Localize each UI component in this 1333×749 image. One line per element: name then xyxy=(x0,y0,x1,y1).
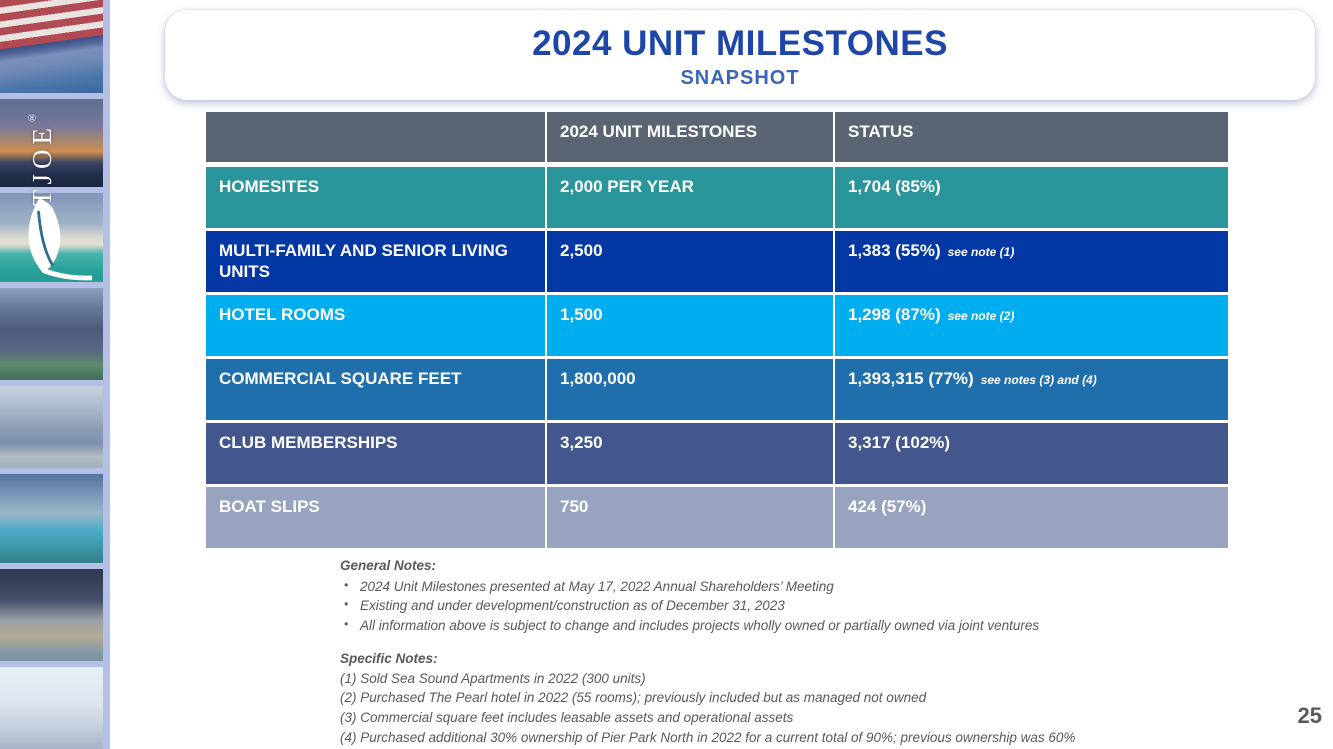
row-category: BOAT SLIPS xyxy=(206,487,547,548)
general-note-item: Existing and under development/construct… xyxy=(344,596,1220,616)
table-row-multifamily: MULTI-FAMILY AND SENIOR LIVING UNITS 2,5… xyxy=(206,231,1228,292)
row-category: HOTEL ROOMS xyxy=(206,295,547,356)
page-title: 2024 UNIT MILESTONES xyxy=(165,24,1315,64)
photo-pergola-terrace xyxy=(0,386,103,468)
photo-american-flag-resort xyxy=(0,0,103,93)
row-milestone: 1,800,000 xyxy=(547,359,835,420)
row-category: COMMERCIAL SQUARE FEET xyxy=(206,359,547,420)
photo-interior-living-room xyxy=(0,667,103,749)
stjoe-leaf-icon xyxy=(10,192,92,296)
presentation-slide: STJOE® 2024 UNIT MILESTONES SNAPSHOT 202… xyxy=(0,0,1333,749)
general-note-item: 2024 Unit Milestones presented at May 17… xyxy=(344,577,1220,597)
photo-pearl-hotel-building xyxy=(0,288,103,380)
row-category: CLUB MEMBERSHIPS xyxy=(206,423,547,484)
header-milestone: 2024 UNIT MILESTONES xyxy=(547,112,835,162)
specific-note-item: (2) Purchased The Pearl hotel in 2022 (5… xyxy=(340,688,1220,708)
table-row-commercial-sqft: COMMERCIAL SQUARE FEET 1,800,000 1,393,3… xyxy=(206,359,1228,420)
specific-note-item: (3) Commercial square feet includes leas… xyxy=(340,708,1220,728)
row-milestone: 2,000 PER YEAR xyxy=(547,167,835,228)
row-milestone: 3,250 xyxy=(547,423,835,484)
general-notes-title: General Notes: xyxy=(340,556,1220,576)
title-card: 2024 UNIT MILESTONES SNAPSHOT xyxy=(165,10,1315,100)
row-status: 424 (57%) xyxy=(835,487,1228,548)
row-category: MULTI-FAMILY AND SENIOR LIVING UNITS xyxy=(206,231,547,292)
notes-section: General Notes: 2024 Unit Milestones pres… xyxy=(340,556,1220,747)
photo-aerial-resort-pool xyxy=(0,474,103,563)
row-status: 1,383 (55%)see note (1) xyxy=(835,231,1228,292)
photo-sidebar: STJOE® xyxy=(0,0,110,749)
registered-trademark: ® xyxy=(26,111,38,123)
row-milestone: 2,500 xyxy=(547,231,835,292)
photo-balcony-lounge xyxy=(0,569,103,661)
page-number: 25 xyxy=(1298,703,1322,729)
status-note: see notes (3) and (4) xyxy=(981,373,1097,387)
row-milestone: 750 xyxy=(547,487,835,548)
specific-notes-title: Specific Notes: xyxy=(340,649,1220,669)
table-row-boat-slips: BOAT SLIPS 750 424 (57%) xyxy=(206,487,1228,548)
table-row-hotel-rooms: HOTEL ROOMS 1,500 1,298 (87%)see note (2… xyxy=(206,295,1228,356)
specific-note-item: (1) Sold Sea Sound Apartments in 2022 (3… xyxy=(340,669,1220,689)
header-category xyxy=(206,112,547,162)
general-note-item: All information above is subject to chan… xyxy=(344,616,1220,636)
row-status: 1,704 (85%) xyxy=(835,167,1228,228)
row-category: HOMESITES xyxy=(206,167,547,228)
row-status: 1,393,315 (77%)see notes (3) and (4) xyxy=(835,359,1228,420)
specific-notes-block: Specific Notes: (1) Sold Sea Sound Apart… xyxy=(340,649,1220,747)
row-status: 1,298 (87%)see note (2) xyxy=(835,295,1228,356)
table-header-row: 2024 UNIT MILESTONES STATUS xyxy=(206,112,1228,162)
header-status: STATUS xyxy=(835,112,1228,162)
milestones-table: 2024 UNIT MILESTONES STATUS HOMESITES 2,… xyxy=(206,112,1228,551)
general-notes-list: 2024 Unit Milestones presented at May 17… xyxy=(344,577,1220,636)
status-note: see note (1) xyxy=(948,245,1015,259)
row-status: 3,317 (102%) xyxy=(835,423,1228,484)
row-milestone: 1,500 xyxy=(547,295,835,356)
table-row-club-memberships: CLUB MEMBERSHIPS 3,250 3,317 (102%) xyxy=(206,423,1228,484)
specific-note-item: (4) Purchased additional 30% ownership o… xyxy=(340,728,1220,748)
status-note: see note (2) xyxy=(948,309,1015,323)
table-row-homesites: HOMESITES 2,000 PER YEAR 1,704 (85%) xyxy=(206,167,1228,228)
page-subtitle: SNAPSHOT xyxy=(165,67,1315,90)
